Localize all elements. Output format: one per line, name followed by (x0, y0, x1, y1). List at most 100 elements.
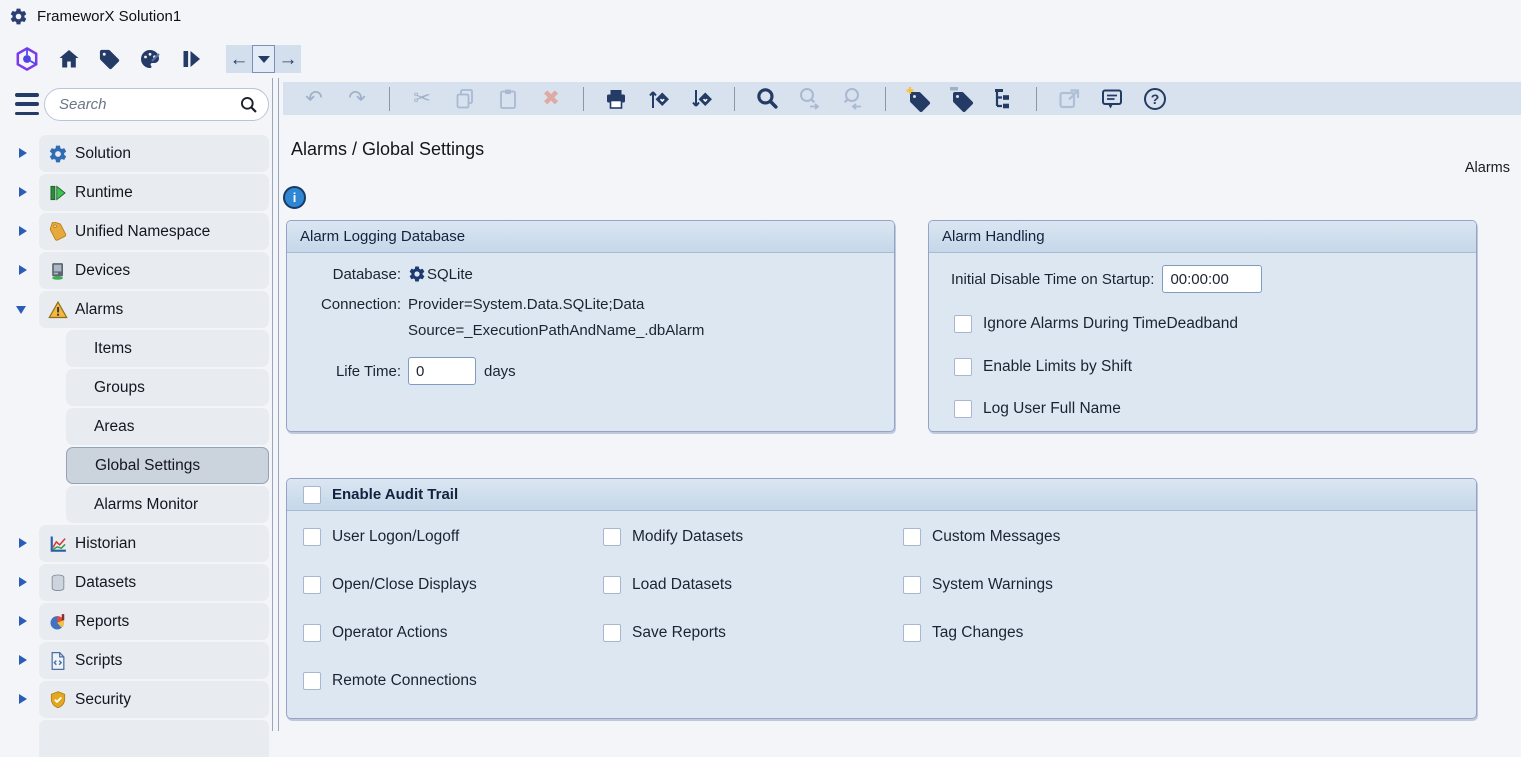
sidebar-item-historian[interactable]: Historian (39, 525, 269, 562)
paste-button[interactable] (494, 85, 522, 113)
sidebar-item-devices[interactable]: Devices (39, 252, 269, 289)
expand-chevron-icon[interactable] (19, 538, 27, 548)
open-close-displays-checkbox[interactable] (303, 576, 321, 594)
cut-button[interactable]: ✂ (408, 85, 436, 113)
sidebar-item-alarms-items[interactable]: Items (66, 330, 269, 367)
security-shield-icon (48, 690, 68, 710)
ignore-alarms-timedeadband-checkbox[interactable] (954, 315, 972, 333)
runtime-start-button[interactable] (177, 45, 205, 73)
redo-button[interactable]: ↷ (343, 85, 371, 113)
sidebar-item-label: Alarms (75, 301, 123, 319)
nav-back-button[interactable]: ← (226, 45, 252, 73)
sidebar-item-alarms-global-settings[interactable]: Global Settings (66, 447, 269, 484)
expand-chevron-icon[interactable] (19, 616, 27, 626)
sidebar-item-runtime[interactable]: Runtime (39, 174, 269, 211)
sidebar-item-datasets[interactable]: Datasets (39, 564, 269, 601)
find-previous-button[interactable] (839, 85, 867, 113)
system-warnings-checkbox[interactable] (903, 576, 921, 594)
expand-chevron-icon[interactable] (19, 265, 27, 275)
connection-value: Provider=System.Data.SQLite;Data Source=… (408, 292, 704, 344)
tree-row: Datasets (0, 564, 272, 601)
audit-column-3: Custom Messages System Warnings Tag Chan… (903, 527, 1060, 643)
displays-button[interactable] (136, 45, 164, 73)
new-tag-button[interactable] (904, 85, 932, 113)
sidebar-item-security[interactable]: Security (39, 681, 269, 718)
delete-icon: ✖ (542, 88, 560, 109)
search-input[interactable] (59, 96, 239, 113)
tree-row: Runtime (0, 174, 272, 211)
custom-messages-checkbox[interactable] (903, 528, 921, 546)
tree-row: Alarms (0, 291, 272, 328)
enable-audit-trail-checkbox[interactable] (303, 486, 321, 504)
tree-row: Devices (0, 252, 272, 289)
sidebar-item-partial[interactable] (39, 720, 269, 757)
nav-forward-button[interactable]: → (275, 45, 301, 73)
enable-limits-by-shift-checkbox[interactable] (954, 358, 972, 376)
expand-chevron-icon[interactable] (19, 226, 27, 236)
find-next-button[interactable] (796, 85, 824, 113)
export-button[interactable] (645, 85, 673, 113)
home-button[interactable] (55, 45, 83, 73)
sidebar-item-scripts[interactable]: Scripts (39, 642, 269, 679)
undo-button[interactable]: ↶ (300, 85, 328, 113)
export-up-icon (646, 86, 672, 112)
expand-chevron-icon[interactable] (19, 577, 27, 587)
tags-button[interactable] (96, 46, 123, 73)
runtime-play-icon (48, 183, 68, 203)
nav-history-group: ← → (226, 45, 301, 73)
search-button[interactable] (753, 85, 781, 113)
edit-tag-button[interactable] (947, 85, 975, 113)
save-reports-checkbox[interactable] (603, 624, 621, 642)
help-button[interactable]: ? (1141, 85, 1169, 113)
user-logon-logoff-checkbox[interactable] (303, 528, 321, 546)
sidebar-item-reports[interactable]: Reports (39, 603, 269, 640)
modify-datasets-checkbox[interactable] (603, 528, 621, 546)
sidebar-item-label: Items (94, 340, 132, 358)
collapse-chevron-icon[interactable] (16, 306, 26, 314)
sidebar-item-alarms[interactable]: Alarms (39, 291, 269, 328)
palette-icon (138, 47, 162, 71)
remote-connections-checkbox[interactable] (303, 672, 321, 690)
sidebar-item-unified-namespace[interactable]: Unified Namespace (39, 213, 269, 250)
comment-button[interactable] (1098, 85, 1126, 113)
open-external-button[interactable] (1055, 85, 1083, 113)
operator-actions-checkbox[interactable] (303, 624, 321, 642)
copy-button[interactable] (451, 85, 479, 113)
database-label: Database: (301, 266, 401, 283)
breadcrumb: Alarms / Global Settings (291, 139, 484, 160)
expand-chevron-icon[interactable] (19, 655, 27, 665)
checkbox-label: Save Reports (632, 624, 726, 642)
namespace-tag-icon (48, 222, 68, 242)
database-value[interactable]: SQLite (427, 266, 473, 283)
sidebar-item-label: Groups (94, 379, 145, 397)
tree-row: Groups (0, 369, 272, 406)
expand-chevron-icon[interactable] (19, 694, 27, 704)
tag-changes-checkbox[interactable] (903, 624, 921, 642)
nav-history-dropdown[interactable] (252, 45, 275, 73)
expand-chevron-icon[interactable] (19, 148, 27, 158)
print-button[interactable] (602, 85, 630, 113)
initial-disable-time-input[interactable] (1162, 265, 1262, 293)
sidebar-item-alarms-areas[interactable]: Areas (66, 408, 269, 445)
log-user-full-name-checkbox[interactable] (954, 400, 972, 418)
menu-button[interactable] (15, 93, 39, 115)
sidebar-item-alarms-groups[interactable]: Groups (66, 369, 269, 406)
find-previous-icon (840, 86, 866, 112)
sidebar-item-alarms-monitor[interactable]: Alarms Monitor (66, 486, 269, 523)
life-time-input[interactable] (408, 357, 476, 385)
life-time-label: Life Time: (301, 363, 401, 380)
import-button[interactable] (688, 85, 716, 113)
tag-tree-button[interactable] (990, 85, 1018, 113)
search-icon[interactable] (239, 95, 258, 114)
info-icon[interactable]: i (283, 186, 306, 209)
sidebar-splitter[interactable] (272, 78, 279, 731)
main-toolbar: ↶ ↷ ✂ ✖ ? (283, 82, 1521, 115)
cut-icon: ✂ (413, 88, 431, 109)
hierarchy-icon (992, 87, 1016, 111)
delete-button[interactable]: ✖ (537, 85, 565, 113)
sidebar-item-solution[interactable]: Solution (39, 135, 269, 172)
app-logo-button[interactable] (12, 44, 42, 74)
expand-chevron-icon[interactable] (19, 187, 27, 197)
load-datasets-checkbox[interactable] (603, 576, 621, 594)
printer-icon (604, 87, 628, 111)
